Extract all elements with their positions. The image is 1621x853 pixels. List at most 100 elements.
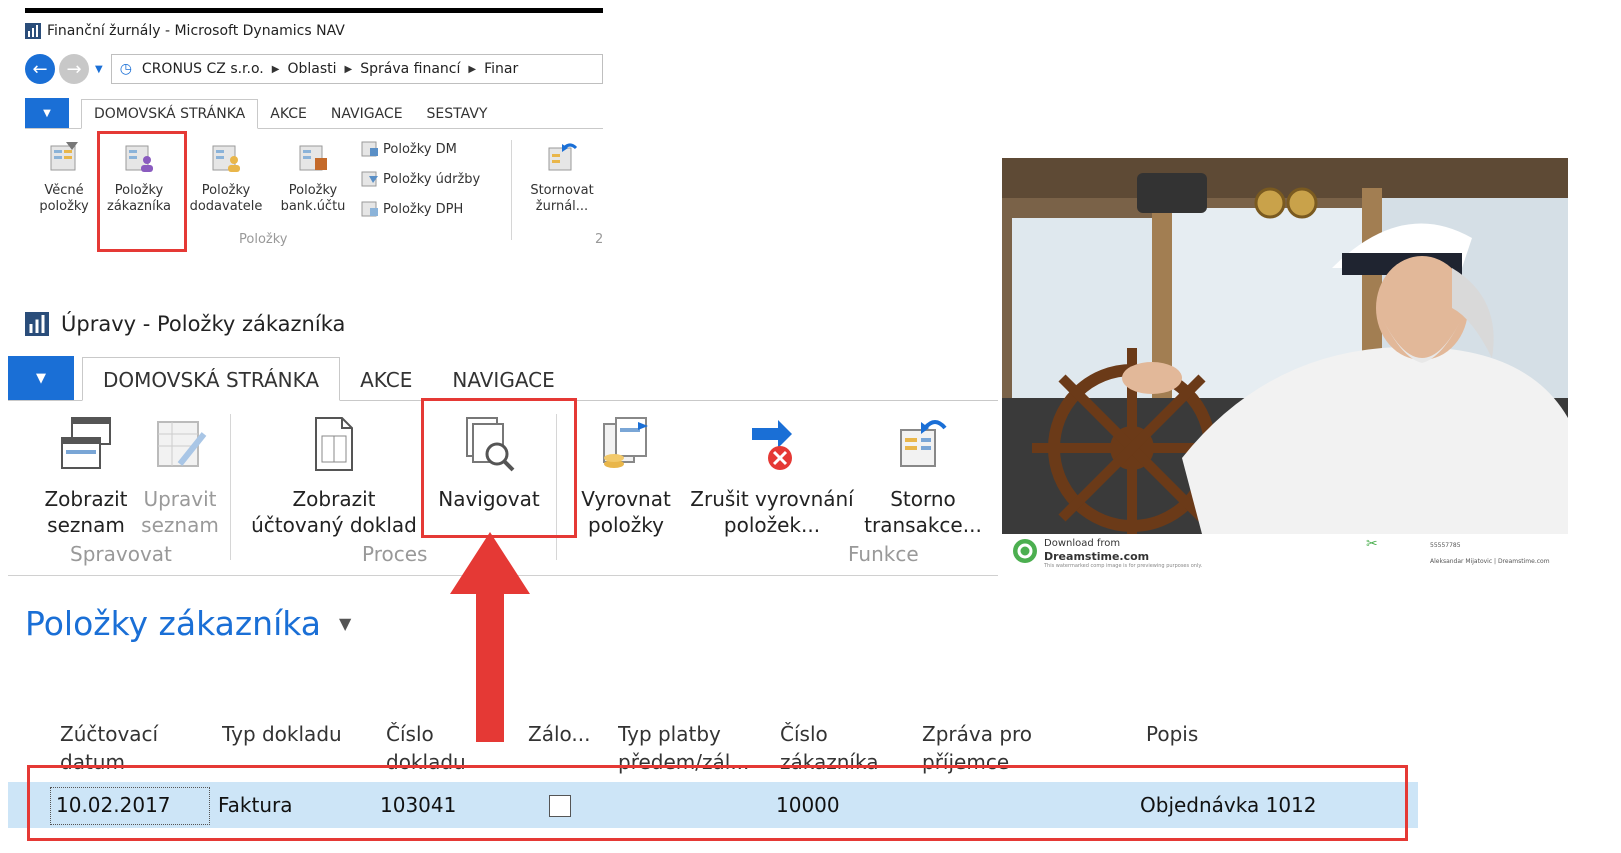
ledger-entries-icon [50, 142, 78, 171]
gl-entries-button[interactable]: Věcné položky [31, 140, 97, 215]
gl-entries-label-2: položky [39, 199, 89, 214]
reverse-journal-label-2: žurnál... [535, 199, 589, 214]
breadcrumb-item-areas[interactable]: Oblasti [287, 61, 336, 77]
chevron-down-icon[interactable]: ▼ [95, 64, 103, 75]
vendor-entries-icon [212, 145, 240, 172]
file-menu-button[interactable]: ▼ [25, 98, 69, 128]
document-icon [315, 417, 353, 471]
highlight-table-row [27, 765, 1408, 841]
ribbon-divider [511, 140, 512, 240]
apply-entries-label-2: položky [588, 513, 664, 537]
tab-actions[interactable]: AKCE [340, 358, 432, 400]
group-label-truncated: 2 [595, 232, 604, 247]
breadcrumb-separator-icon: ▶ [344, 63, 353, 75]
apply-entries-button[interactable]: Vyrovnat položky [574, 414, 678, 538]
edit-list-label-2: seznam [141, 513, 219, 537]
breadcrumb-separator-icon: ▶ [271, 63, 280, 75]
tab-navigate[interactable]: NAVIGACE [319, 100, 415, 128]
watermark-credit: Aleksandar Mijatovic | Dreamstime.com [1430, 558, 1550, 565]
highlight-customer-entries [97, 131, 187, 252]
captain-photo: Download from Dreamstime.com This waterm… [1002, 158, 1568, 574]
captain-at-helm-image [1002, 158, 1568, 534]
vat-entries-label: Položky DPH [383, 201, 464, 217]
watermark-download-line1: Download from [1044, 538, 1121, 549]
watermark-image-id: 55557785 [1430, 542, 1461, 549]
vat-entries-icon [361, 201, 378, 217]
page-title[interactable]: Položky zákazníka ▼ [25, 604, 351, 643]
edit-list-label-1: Upravit [143, 487, 217, 511]
unapply-entries-label-1: Zrušit vyrovnání [690, 487, 854, 511]
maintenance-entries-label: Položky údržby [383, 171, 481, 187]
reverse-transaction-button[interactable]: Storno transakce... [864, 414, 982, 538]
vendor-entries-label-1: Položky [201, 183, 251, 198]
unapply-entries-label-2: položek... [723, 513, 821, 537]
reverse-journal-button[interactable]: Stornovat žurnál... [519, 140, 605, 215]
forward-arrow-icon[interactable]: → [59, 54, 89, 84]
watermark-download-line2: Dreamstime.com [1044, 550, 1150, 563]
dynamics-nav-icon [25, 23, 41, 39]
main-window-titlebar: Úpravy - Položky zákazníka [25, 308, 625, 340]
gl-entries-label-1: Věcné [44, 183, 84, 198]
red-arrow-icon [450, 532, 530, 742]
header-line: Zpráva pro [922, 722, 1033, 746]
vat-entries-button[interactable]: Položky DPH [361, 200, 463, 218]
header-line: Popis [1146, 722, 1199, 746]
bank-entries-icon [299, 145, 327, 171]
reverse-transaction-label-2: transakce... [864, 513, 982, 537]
window-top-bar [25, 8, 603, 13]
tab-reports[interactable]: SESTAVY [415, 100, 500, 128]
group-label-manage: Spravovat [70, 542, 172, 566]
file-menu-button[interactable]: ▼ [8, 356, 74, 400]
header-line: Zálo... [528, 722, 591, 746]
show-posted-document-button[interactable]: Zobrazit účtovaný doklad [248, 414, 420, 538]
apply-entries-icon [603, 417, 648, 468]
maintenance-entries-icon [361, 171, 378, 187]
back-arrow-icon[interactable]: ← [25, 54, 55, 84]
reverse-journal-icon [548, 143, 578, 171]
breadcrumb-item-truncated[interactable]: Finar [484, 61, 518, 77]
reverse-transaction-icon [900, 420, 947, 467]
group-label-functions: Funkce [848, 542, 919, 566]
breadcrumb[interactable]: ◷ CRONUS CZ s.r.o. ▶ Oblasti ▶ Správa fi… [110, 54, 603, 84]
breadcrumb-item-finance[interactable]: Správa financí [360, 61, 460, 77]
reverse-journal-label-1: Stornovat [530, 183, 594, 198]
fa-entries-icon [361, 141, 378, 157]
history-icon[interactable]: ◷ [120, 61, 132, 77]
small-window-titlebar: Finanční žurnály - Microsoft Dynamics NA… [25, 18, 603, 44]
header-line: Číslo [386, 722, 434, 746]
header-line: Typ dokladu [222, 722, 342, 746]
scissors-icon: ✂ [1366, 536, 1378, 552]
unapply-entries-icon [752, 420, 792, 470]
bank-entries-label-2: bank.účtu [280, 199, 346, 214]
ribbon-divider [230, 414, 231, 560]
fa-entries-button[interactable]: Položky DM [361, 140, 457, 158]
highlight-navigate-button [421, 398, 577, 538]
reverse-transaction-label-1: Storno [890, 487, 956, 511]
small-window-addressbar: ← → ▼ ◷ CRONUS CZ s.r.o. ▶ Oblasti ▶ Spr… [25, 52, 603, 86]
group-label-entries: Položky [239, 232, 288, 247]
chevron-down-icon[interactable]: ▼ [339, 614, 351, 633]
tab-home[interactable]: DOMOVSKÁ STRÁNKA [82, 357, 341, 401]
dynamics-nav-icon [25, 312, 49, 336]
edit-list-button[interactable]: Upravit seznam [126, 414, 234, 538]
fa-entries-label: Položky DM [383, 141, 457, 157]
watermark-fine-print: This watermarked comp image is for previ… [1044, 563, 1203, 569]
bank-entries-button[interactable]: Položky bank.účtu [273, 140, 353, 215]
tab-actions[interactable]: AKCE [258, 100, 319, 128]
header-line: Typ platby [618, 722, 721, 746]
bank-entries-label-1: Položky [288, 183, 338, 198]
main-window-title: Úpravy - Položky zákazníka [61, 312, 346, 336]
header-line: Zúčtovací [60, 722, 159, 746]
header-line: Číslo [780, 722, 828, 746]
show-posted-document-label-2: účtovaný doklad [251, 513, 417, 537]
tab-home[interactable]: DOMOVSKÁ STRÁNKA [81, 99, 259, 129]
unapply-entries-button[interactable]: Zrušit vyrovnání položek... [686, 414, 858, 538]
view-list-icon [61, 417, 111, 469]
breadcrumb-item-company[interactable]: CRONUS CZ s.r.o. [142, 61, 264, 77]
page-title-text: Položky zákazníka [25, 604, 322, 643]
maintenance-entries-button[interactable]: Položky údržby [361, 170, 480, 188]
main-window-ribbon-tabs: ▼ DOMOVSKÁ STRÁNKA AKCE NAVIGACE [8, 356, 998, 401]
tab-navigate[interactable]: NAVIGACE [432, 358, 574, 400]
vendor-entries-button[interactable]: Položky dodavatele [183, 140, 269, 215]
edit-list-icon [157, 421, 207, 467]
